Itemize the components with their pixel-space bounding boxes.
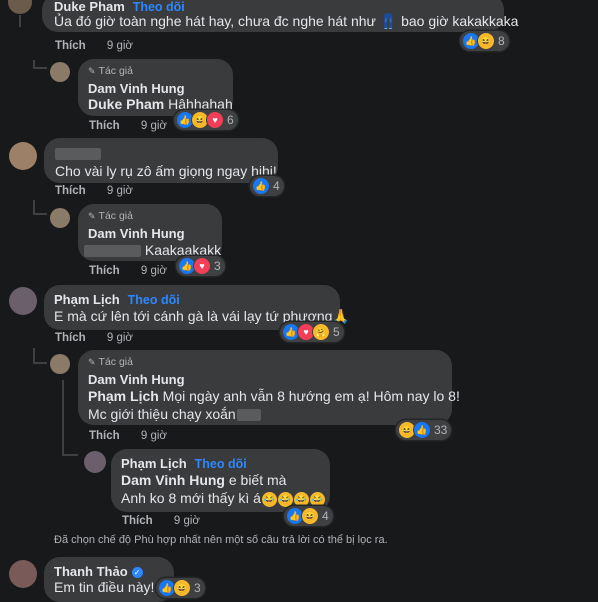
timestamp[interactable]: 9 giờ xyxy=(107,332,133,344)
timestamp[interactable]: 9 giờ xyxy=(107,185,133,197)
thread-line xyxy=(19,15,21,27)
comment-bubble: ✎ Tác giả Dam Vinh Hung Phạm Lịch Mọi ng… xyxy=(78,350,460,425)
reaction-count: 4 xyxy=(322,509,329,523)
mention-tag[interactable]: Duke Pham xyxy=(88,96,164,112)
comment-bubble: Phạm Lịch Theo dõi Dam Vinh Hung e biết … xyxy=(111,449,330,512)
reaction-count: 5 xyxy=(333,325,340,339)
like-button[interactable]: Thích xyxy=(55,40,86,52)
timestamp[interactable]: 9 giờ xyxy=(107,40,133,52)
like-button[interactable]: Thích xyxy=(55,332,86,344)
comment-author[interactable]: Phạm Lịch xyxy=(121,456,187,471)
haha-reaction-icon: 😆 xyxy=(301,507,319,525)
laughing-emoji-icon: 😂 xyxy=(309,491,325,507)
follow-link[interactable]: Theo dõi xyxy=(128,293,180,307)
timestamp[interactable]: 9 giờ xyxy=(141,120,167,132)
mention-tag[interactable]: Phạm Lịch xyxy=(88,388,159,404)
reaction-count: 33 xyxy=(434,423,448,437)
comment-bubble: ✎ Tác giả Dam Vinh Hung Kaakaakakk xyxy=(78,204,222,261)
blurred-text xyxy=(236,409,261,422)
pencil-icon: ✎ xyxy=(88,356,96,367)
thread-line xyxy=(33,348,35,362)
comment-text: Cho vài ly rụ zô ấm giọng ngay hihi! xyxy=(55,163,277,179)
comment-author[interactable]: Dam Vinh Hung xyxy=(88,226,185,241)
timestamp[interactable]: 9 giờ xyxy=(141,265,167,277)
avatar[interactable] xyxy=(9,560,37,588)
timestamp[interactable]: 9 giờ xyxy=(174,515,200,527)
laughing-emoji-icon: 😂 xyxy=(293,491,309,507)
mention-tag[interactable]: Dam Vinh Hung xyxy=(121,472,225,488)
reaction-summary[interactable]: 👍 😆 3 xyxy=(156,578,205,598)
avatar[interactable] xyxy=(84,451,106,473)
love-reaction-icon: ♥ xyxy=(206,111,224,129)
reaction-count: 8 xyxy=(498,34,505,48)
haha-reaction-icon: 😆 xyxy=(173,579,191,597)
comment-bubble: Thanh Thảo ✓ Em tin điều này! xyxy=(44,557,174,602)
avatar[interactable] xyxy=(8,0,32,14)
reaction-summary[interactable]: 👍 ♥ 3 xyxy=(176,256,225,276)
author-badge: Tác giả xyxy=(98,356,133,368)
thread-line xyxy=(62,380,64,454)
like-button[interactable]: Thích xyxy=(55,185,86,197)
laughing-emoji-icon: 😂 xyxy=(261,491,277,507)
reaction-summary[interactable]: 👍 😆 8 xyxy=(460,31,509,51)
comment-text-line-1: e biết mà xyxy=(224,472,287,488)
like-reaction-icon: 👍 xyxy=(413,421,431,439)
reaction-count: 4 xyxy=(273,179,280,193)
avatar[interactable] xyxy=(50,354,70,374)
love-reaction-icon: ♥ xyxy=(193,257,211,275)
laughing-emoji-icon: 😂 xyxy=(277,491,293,507)
comment-author[interactable]: Dam Vinh Hung xyxy=(88,372,185,387)
comment-author[interactable]: Duke Pham xyxy=(54,0,125,14)
reaction-summary[interactable]: 😆 👍 33 xyxy=(396,420,452,440)
haha-reaction-icon: 😆 xyxy=(477,32,495,50)
avatar[interactable] xyxy=(9,287,37,315)
pencil-icon: ✎ xyxy=(88,65,96,76)
like-button[interactable]: Thích xyxy=(89,430,120,442)
comment-text-line-1: Mọi ngày anh vẫn 8 hướng em ạ! Hôm nay l… xyxy=(158,388,460,404)
reaction-count: 3 xyxy=(214,259,221,273)
thread-line xyxy=(33,60,35,67)
like-button[interactable]: Thích xyxy=(89,120,120,132)
blurred-mention xyxy=(84,245,141,258)
comment-text-line-2: Anh ko 8 mới thấy kì á xyxy=(121,490,261,506)
reaction-summary[interactable]: 👍 😆 ♥ 6 xyxy=(174,110,238,130)
thread-line xyxy=(33,67,47,69)
care-reaction-icon: 🤗 xyxy=(312,323,330,341)
reaction-summary[interactable]: 👍 4 xyxy=(250,176,284,196)
blurred-author xyxy=(55,148,101,161)
verified-badge-icon: ✓ xyxy=(131,566,143,578)
filter-notice: Đã chọn chế độ Phù hợp nhất nên một số c… xyxy=(54,534,388,546)
comment-author[interactable]: Dam Vinh Hung xyxy=(88,81,185,96)
thread-line xyxy=(62,454,78,456)
follow-link[interactable]: Theo dõi xyxy=(195,457,247,471)
avatar[interactable] xyxy=(50,62,70,82)
timestamp[interactable]: 9 giờ xyxy=(141,430,167,442)
comment-text-line-2: Mc giới thiệu chạy xoắn xyxy=(88,406,236,422)
comment-text: Ủa đó giờ toàn nghe hát hay, chưa đc ngh… xyxy=(54,13,519,29)
comment-author[interactable]: Thanh Thảo xyxy=(54,564,128,579)
reaction-summary[interactable]: 👍 ♥ 🤗 5 xyxy=(280,322,344,342)
reaction-count: 6 xyxy=(227,113,234,127)
author-badge: Tác giả xyxy=(98,65,133,77)
comment-bubble: Cho vài ly rụ zô ấm giọng ngay hihi! xyxy=(44,138,278,183)
like-button[interactable]: Thích xyxy=(122,515,153,527)
comment-bubble: ✎ Tác giả Dam Vinh Hung Duke Pham Hâhhah… xyxy=(78,59,233,116)
avatar[interactable] xyxy=(9,142,37,170)
like-reaction-icon: 👍 xyxy=(252,177,270,195)
comment-author[interactable]: Phạm Lịch xyxy=(54,292,120,307)
avatar[interactable] xyxy=(50,208,70,228)
pencil-icon: ✎ xyxy=(88,210,96,221)
thread-line xyxy=(33,362,47,364)
follow-link[interactable]: Theo dõi xyxy=(133,0,185,14)
like-button[interactable]: Thích xyxy=(89,265,120,277)
reaction-summary[interactable]: 👍 😆 4 xyxy=(284,506,333,526)
thread-line xyxy=(33,213,47,215)
thread-line xyxy=(33,200,35,213)
author-badge: Tác giả xyxy=(98,210,133,222)
comment-bubble: Duke Pham Theo dõi Ủa đó giờ toàn nghe h… xyxy=(42,0,518,32)
